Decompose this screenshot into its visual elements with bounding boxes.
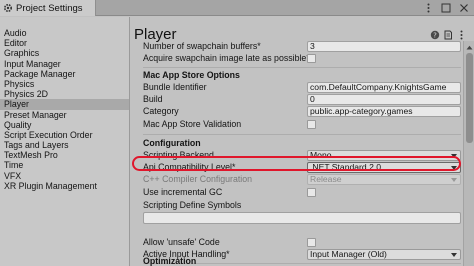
acquire-swapchain-row: Acquire swapchain image late as possible… bbox=[143, 53, 461, 64]
settings-sidebar: Audio Editor Graphics Input Manager Pack… bbox=[0, 17, 130, 266]
input-handling-dropdown[interactable]: Input Manager (Old) bbox=[307, 249, 461, 260]
sidebar-item-xr-plugin-management[interactable]: XR Plugin Management bbox=[0, 181, 129, 191]
settings-scroll-area: Number of swapchain buffers* 3 Acquire s… bbox=[131, 41, 461, 266]
bundle-identifier-row: Bundle Identifier com.DefaultCompany.Kni… bbox=[143, 82, 461, 93]
mac-app-store-header: Mac App Store Options bbox=[143, 70, 240, 80]
input-handling-value: Input Manager (Old) bbox=[310, 249, 387, 259]
sidebar-item-time[interactable]: Time bbox=[0, 160, 129, 170]
sidebar-item-physics[interactable]: Physics bbox=[0, 79, 129, 89]
category-label: Category bbox=[143, 106, 179, 116]
build-field[interactable]: 0 bbox=[307, 94, 461, 105]
scripting-backend-dropdown[interactable]: Mono bbox=[307, 150, 461, 161]
category-row: Category public.app-category.games bbox=[143, 106, 461, 117]
preset-icon[interactable] bbox=[443, 30, 453, 40]
api-compatibility-row: Api Compatibility Level* .NET Standard 2… bbox=[143, 162, 461, 173]
bundle-identifier-field[interactable]: com.DefaultCompany.KnightsGame bbox=[307, 82, 461, 93]
mac-validation-label: Mac App Store Validation bbox=[143, 119, 242, 129]
player-settings-panel: Player ? Number of swapchain buffers* 3 … bbox=[131, 17, 474, 266]
kebab-menu-icon[interactable] bbox=[422, 2, 434, 14]
cpp-compiler-dropdown: Release bbox=[307, 174, 461, 185]
sidebar-item-editor[interactable]: Editor bbox=[0, 38, 129, 48]
chevron-down-icon bbox=[451, 253, 457, 257]
build-label: Build bbox=[143, 94, 163, 104]
svg-text:?: ? bbox=[433, 32, 437, 40]
tab-project-settings[interactable]: Project Settings bbox=[0, 0, 96, 16]
build-row: Build 0 bbox=[143, 94, 461, 105]
sidebar-item-player[interactable]: Player bbox=[0, 99, 129, 110]
api-compatibility-dropdown[interactable]: .NET Standard 2.0 bbox=[307, 162, 461, 173]
incremental-gc-checkbox[interactable] bbox=[307, 188, 316, 197]
configuration-header: Configuration bbox=[143, 138, 201, 148]
define-symbols-field-row bbox=[143, 212, 461, 224]
mac-validation-checkbox[interactable] bbox=[307, 120, 316, 129]
api-compatibility-value: .NET Standard 2.0 bbox=[310, 162, 382, 172]
acquire-swapchain-label: Acquire swapchain image late as possible… bbox=[143, 53, 310, 63]
scripting-backend-row: Scripting Backend Mono bbox=[143, 150, 461, 161]
gear-icon bbox=[3, 3, 13, 13]
unsafe-code-row: Allow 'unsafe' Code bbox=[143, 237, 461, 248]
define-symbols-row: Scripting Define Symbols bbox=[143, 200, 461, 211]
chevron-down-icon bbox=[451, 166, 457, 170]
sidebar-item-input-manager[interactable]: Input Manager bbox=[0, 59, 129, 69]
scripting-backend-value: Mono bbox=[310, 150, 332, 160]
vertical-scrollbar[interactable] bbox=[463, 41, 474, 266]
divider bbox=[143, 67, 461, 68]
swapchain-buffers-label: Number of swapchain buffers* bbox=[143, 41, 261, 51]
sidebar-item-preset-manager[interactable]: Preset Manager bbox=[0, 110, 129, 120]
sidebar-item-audio[interactable]: Audio bbox=[0, 28, 129, 38]
define-symbols-label: Scripting Define Symbols bbox=[143, 200, 242, 210]
incremental-gc-row: Use incremental GC bbox=[143, 187, 461, 198]
bundle-identifier-label: Bundle Identifier bbox=[143, 82, 207, 92]
unsafe-code-label: Allow 'unsafe' Code bbox=[143, 237, 220, 247]
sidebar-item-quality[interactable]: Quality bbox=[0, 120, 129, 130]
sidebar-item-package-manager[interactable]: Package Manager bbox=[0, 69, 129, 79]
cpp-compiler-row: C++ Compiler Configuration Release bbox=[143, 174, 461, 185]
swapchain-buffers-field[interactable]: 3 bbox=[307, 41, 461, 52]
incremental-gc-label: Use incremental GC bbox=[143, 187, 223, 197]
cpp-compiler-label: C++ Compiler Configuration bbox=[143, 174, 253, 184]
sidebar-item-vfx[interactable]: VFX bbox=[0, 171, 129, 181]
sidebar-item-tags-and-layers[interactable]: Tags and Layers bbox=[0, 140, 129, 150]
kebab-menu-icon[interactable] bbox=[456, 30, 466, 40]
optimization-header: Optimization bbox=[143, 256, 197, 266]
help-icon[interactable]: ? bbox=[430, 30, 440, 40]
scrollbar-thumb[interactable] bbox=[466, 53, 473, 143]
scroll-up-arrow-icon[interactable] bbox=[465, 43, 474, 51]
unsafe-code-checkbox[interactable] bbox=[307, 238, 316, 247]
maximize-icon[interactable] bbox=[440, 2, 452, 14]
sidebar-item-graphics[interactable]: Graphics bbox=[0, 48, 129, 58]
close-icon[interactable] bbox=[458, 2, 470, 14]
tab-title: Project Settings bbox=[16, 2, 83, 14]
api-compatibility-label: Api Compatibility Level* bbox=[143, 162, 236, 172]
scripting-backend-label: Scripting Backend bbox=[143, 150, 214, 160]
sidebar-item-physics-2d[interactable]: Physics 2D bbox=[0, 89, 129, 99]
chevron-down-icon bbox=[451, 178, 457, 182]
cpp-compiler-value: Release bbox=[310, 174, 342, 184]
acquire-swapchain-checkbox[interactable] bbox=[307, 54, 316, 63]
swapchain-buffers-row: Number of swapchain buffers* 3 bbox=[143, 41, 461, 52]
define-symbols-field[interactable] bbox=[143, 212, 461, 224]
category-field[interactable]: public.app-category.games bbox=[307, 106, 461, 117]
title-bar: Project Settings bbox=[0, 0, 474, 16]
mac-validation-row: Mac App Store Validation bbox=[143, 119, 461, 130]
sidebar-item-textmesh-pro[interactable]: TextMesh Pro bbox=[0, 150, 129, 160]
sidebar-item-script-execution-order[interactable]: Script Execution Order bbox=[0, 130, 129, 140]
chevron-down-icon bbox=[451, 154, 457, 158]
divider bbox=[143, 134, 461, 135]
